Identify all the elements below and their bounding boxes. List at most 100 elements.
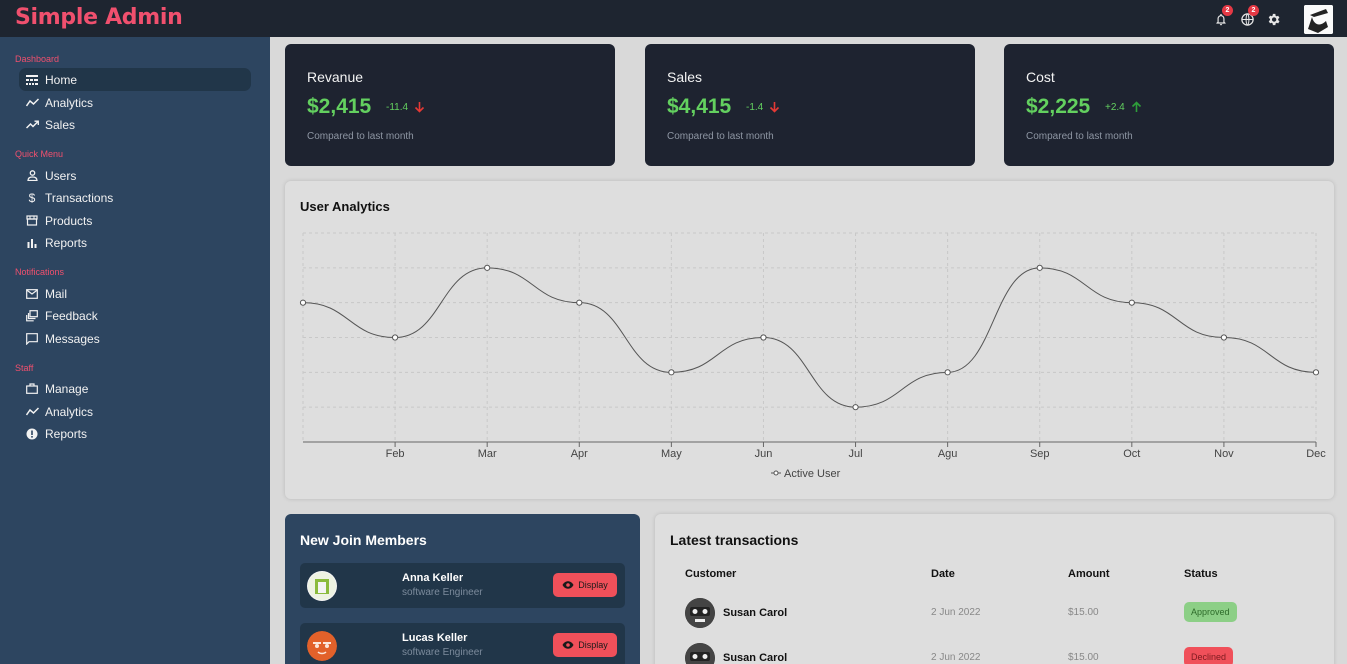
kpi-title: Revanue	[307, 69, 364, 85]
display-button[interactable]: Display	[553, 573, 617, 597]
sidebar-section-staff: Staff	[15, 363, 34, 373]
timeline-icon	[25, 96, 39, 110]
x-tick-label: Dec	[1306, 448, 1326, 460]
sidebar-item-mail[interactable]: Mail	[19, 282, 251, 305]
timeline-icon	[25, 405, 39, 419]
sidebar-item-label: Users	[45, 168, 77, 183]
member-job: software Engineer	[402, 587, 483, 598]
kpi-value: $2,225	[1026, 95, 1091, 118]
kpi-delta: -1.4	[746, 101, 780, 113]
member-row: Anna Keller software Engineer Display	[300, 563, 625, 608]
sidebar-item-transactions[interactable]: $ Transactions	[19, 186, 251, 209]
bar-chart-icon	[25, 236, 39, 250]
x-tick-label: Sep	[1030, 448, 1050, 460]
member-row: Lucas Keller software Engineer Display	[300, 623, 625, 664]
x-tick-label: May	[661, 448, 682, 460]
trending-up-icon	[25, 118, 39, 132]
sidebar-item-label: Manage	[45, 381, 89, 396]
briefcase-icon	[25, 382, 39, 396]
sidebar-item-messages[interactable]: Messages	[19, 327, 251, 350]
data-point	[852, 404, 859, 411]
language-badge: 2	[1248, 5, 1259, 16]
data-point	[299, 299, 307, 306]
x-tick-label: Nov	[1214, 448, 1234, 460]
kpi-card-revenue: Revanue $2,415 -11.4 Compared to last mo…	[285, 44, 615, 166]
customer-name: Susan Carol	[723, 652, 788, 664]
notification-badge: 2	[1222, 5, 1233, 16]
kpi-value: $2,415	[307, 95, 372, 118]
kpi-title: Cost	[1026, 69, 1055, 85]
transaction-date: 2 Jun 2022	[931, 652, 981, 663]
sidebar-item-label: Mail	[45, 286, 68, 301]
kpi-caption: Compared to last month	[1026, 131, 1133, 142]
arrow-up-icon	[1131, 101, 1141, 112]
legend-marker	[773, 470, 779, 476]
sidebar-item-label: Transactions	[45, 190, 114, 205]
mail-icon	[25, 287, 39, 301]
data-point	[576, 299, 583, 306]
kpi-delta-value: +2.4	[1105, 101, 1125, 113]
sidebar-item-feedback[interactable]: Feedback	[19, 304, 251, 327]
kpi-delta: -11.4	[386, 101, 425, 113]
latest-transactions-card: Latest transactions Customer Date Amount…	[655, 514, 1334, 664]
data-point	[1220, 334, 1228, 341]
data-point	[760, 334, 767, 341]
app-logo[interactable]: Simple Admin	[15, 5, 183, 30]
x-tick-label: Mar	[478, 448, 497, 460]
transactions-title: Latest transactions	[670, 532, 799, 548]
data-point	[944, 369, 951, 376]
kpi-card-sales: Sales $4,415 -1.4 Compared to last month	[645, 44, 975, 166]
arrow-down-icon	[770, 102, 780, 113]
transaction-date: 2 Jun 2022	[931, 607, 981, 618]
members-title: New Join Members	[300, 532, 427, 548]
data-point	[1128, 299, 1135, 306]
dynamic-feed-icon	[25, 309, 39, 323]
gear-icon[interactable]	[1264, 10, 1282, 28]
sidebar-item-products[interactable]: Products	[19, 209, 251, 232]
line-style-icon	[25, 73, 39, 87]
table-row: Susan Carol 2 Jun 2022 $15.00 Approved	[655, 598, 1334, 628]
member-avatar	[307, 631, 337, 661]
column-header-status: Status	[1184, 568, 1218, 580]
sidebar-item-users[interactable]: Users	[19, 164, 251, 187]
x-tick-label: Jul	[849, 448, 863, 460]
dollar-icon: $	[28, 190, 36, 205]
sidebar-item-staff-analytics[interactable]: Analytics	[19, 400, 251, 423]
display-button-label: Display	[578, 640, 608, 650]
sidebar-item-label: Products	[45, 213, 93, 228]
storefront-icon	[25, 214, 39, 228]
sidebar-item-staff-reports[interactable]: Reports	[19, 422, 251, 445]
person-icon	[25, 169, 39, 183]
sidebar-item-sales[interactable]: Sales	[19, 113, 251, 136]
user-avatar[interactable]	[1304, 4, 1333, 34]
data-point	[1312, 369, 1320, 376]
legend-label: Active User	[784, 468, 841, 480]
column-header-date: Date	[931, 568, 955, 580]
sidebar-item-label: Messages	[45, 331, 100, 346]
column-header-customer: Customer	[685, 568, 737, 580]
top-bar: Simple Admin 2 2	[0, 0, 1347, 37]
sidebar-item-manage[interactable]: Manage	[19, 377, 251, 400]
member-avatar	[307, 571, 337, 601]
sidebar-section-dashboard: Dashboard	[15, 54, 60, 64]
kpi-caption: Compared to last month	[307, 131, 414, 142]
kpi-delta-value: -1.4	[746, 101, 764, 113]
kpi-value: $4,415	[667, 95, 732, 118]
sidebar-item-analytics[interactable]: Analytics	[19, 91, 251, 114]
sidebar-item-home[interactable]: Home	[19, 68, 251, 91]
kpi-delta: +2.4	[1105, 101, 1142, 113]
x-tick-label: Jun	[755, 448, 773, 460]
sidebar-item-label: Home	[45, 72, 78, 87]
eye-icon	[562, 641, 574, 649]
status-badge: Approved	[1184, 602, 1237, 622]
globe-icon[interactable]: 2	[1238, 5, 1259, 28]
display-button[interactable]: Display	[553, 633, 617, 657]
kpi-caption: Compared to last month	[667, 131, 774, 142]
sidebar-item-reports[interactable]: Reports	[19, 231, 251, 254]
status-badge: Declined	[1184, 647, 1234, 664]
data-point	[391, 334, 399, 341]
customer-name: Susan Carol	[723, 607, 788, 619]
transaction-amount: $15.00	[1068, 607, 1099, 618]
arrow-down-icon	[414, 102, 425, 113]
bell-icon[interactable]: 2	[1212, 5, 1233, 28]
